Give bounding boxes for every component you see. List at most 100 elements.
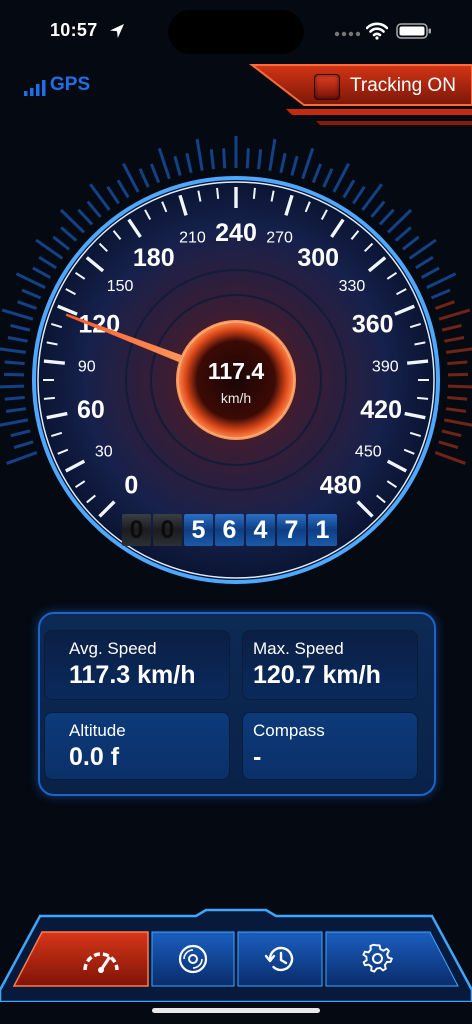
- camera-notch: [168, 10, 304, 54]
- gauge-minor-tick: [43, 396, 55, 400]
- gauge-label: 210: [179, 229, 206, 246]
- gauge-glow-segment: [222, 148, 227, 169]
- nav-settings-button[interactable]: [326, 932, 430, 986]
- gauge-glow-segment: [195, 138, 204, 171]
- odometer-digit: 4: [246, 514, 275, 546]
- gauge-glow-segment: [445, 407, 467, 413]
- gauge-glow-segment: [441, 323, 462, 332]
- max-speed-card: Max. Speed 120.7 km/h: [242, 630, 418, 700]
- compass-label: Compass: [253, 721, 325, 740]
- gauge-glow-segment: [157, 147, 171, 180]
- history-icon: [264, 946, 294, 972]
- gauge-label: 450: [355, 444, 382, 461]
- gauge-glow-segment: [32, 266, 52, 279]
- gauge-glow-segment: [21, 288, 42, 300]
- gauge-label: 390: [372, 358, 399, 375]
- nav-speedometer-button[interactable]: [54, 932, 148, 986]
- odometer-digit: 6: [215, 514, 244, 546]
- gauge-minor-tick: [252, 187, 256, 199]
- gauge-glow-segment: [122, 162, 140, 193]
- gauge-glow-segment: [370, 200, 386, 218]
- gauge-glow-segment: [332, 162, 350, 193]
- gauge-glow-segment: [7, 336, 28, 343]
- gauge-glow-segment: [149, 163, 161, 184]
- status-time: 10:57: [50, 20, 98, 40]
- gauge-glow-segment: [10, 323, 31, 332]
- odometer-digit: 0: [122, 514, 151, 546]
- location-arrow-icon: [110, 24, 124, 38]
- gauge-glow-segment: [445, 347, 472, 354]
- gauge-glow-segment: [352, 185, 366, 205]
- gauge-glow-segment: [415, 255, 434, 270]
- odometer: 0 0 5 6 4 7 1: [122, 514, 337, 546]
- gauge-glow-segment: [426, 272, 457, 289]
- gauge-glow-segment: [430, 288, 451, 300]
- gauge-glow-segment: [60, 226, 78, 242]
- compass-card: Compass -: [242, 712, 418, 780]
- gauge-glow-segment: [0, 347, 27, 354]
- cellular-signal-icon: [334, 31, 360, 37]
- gauge-label: 60: [77, 396, 105, 424]
- gauge-label: 90: [78, 358, 96, 375]
- odometer-digit: 1: [308, 514, 337, 546]
- wifi-icon: [366, 22, 388, 40]
- gauge-glow-segment: [4, 360, 25, 366]
- gauge-glow-segment: [257, 149, 263, 170]
- gauge-glow-segment: [5, 407, 27, 413]
- gauge-glow-segment: [0, 384, 25, 389]
- gauge-glow-segment: [138, 168, 150, 188]
- altitude-label: Altitude: [69, 721, 126, 740]
- gauge-glow-segment: [378, 208, 395, 226]
- gauge-glow-segment: [86, 200, 102, 218]
- current-speed-value: 117.4: [207, 358, 265, 384]
- gauge-major-tick: [43, 359, 65, 365]
- gauge-glow-segment: [17, 300, 37, 310]
- gauge-glow-segment: [443, 418, 472, 427]
- avg-speed-label: Avg. Speed: [69, 639, 157, 658]
- compass-value: -: [253, 743, 262, 771]
- gauge-glow-segment: [0, 418, 29, 427]
- settings-icon: [362, 943, 393, 973]
- gauge-glow-segment: [185, 152, 193, 174]
- odometer-digit: 7: [277, 514, 306, 546]
- gauge-glow-segment: [402, 235, 420, 251]
- gauge-label: 150: [107, 278, 134, 295]
- gauge-label: 30: [95, 444, 113, 461]
- gauge-glow-segment: [77, 208, 94, 226]
- gauge-glow-segment: [4, 395, 25, 401]
- home-indicator: [152, 1008, 320, 1013]
- gauge-glow-segment: [435, 300, 455, 310]
- gauge-major-tick: [407, 359, 429, 365]
- gauge-glow-segment: [441, 429, 462, 438]
- gauge-glow-segment: [245, 148, 250, 169]
- gauge-glow-segment: [6, 451, 38, 465]
- altitude-value: 0.0 f: [69, 743, 120, 771]
- gauge-glow-segment: [447, 360, 468, 366]
- current-speed-unit: km/h: [220, 390, 252, 406]
- nav-disc-button[interactable]: [152, 932, 234, 986]
- nav-history-button[interactable]: [238, 932, 322, 986]
- gauge-glow-segment: [268, 138, 277, 171]
- gauge-label: 180: [133, 244, 175, 272]
- gauge-glow-segment: [438, 440, 459, 450]
- gauge-glow-segment: [279, 152, 287, 174]
- gauge-glow-segment: [38, 255, 57, 270]
- gauge-glow-segment: [209, 149, 215, 170]
- gauge-glow-segment: [1, 308, 34, 321]
- gauge-glow-segment: [52, 235, 70, 251]
- gauge-glow-segment: [447, 395, 468, 401]
- gauge-label: 300: [297, 244, 339, 272]
- speedometer-icon: [83, 952, 119, 973]
- gauge-glow-segment: [301, 147, 315, 180]
- odometer-digit: 5: [184, 514, 213, 546]
- gauge-label: 0: [124, 472, 138, 500]
- gauge-minor-tick: [216, 187, 220, 199]
- max-speed-value: 120.7 km/h: [253, 661, 381, 689]
- gauge-glow-segment: [438, 308, 471, 321]
- gauge-glow-segment: [434, 451, 466, 465]
- max-speed-label: Max. Speed: [253, 639, 344, 658]
- gauge-glow-segment: [173, 155, 182, 176]
- avg-speed-value: 117.3 km/h: [69, 661, 196, 689]
- gauge-glow-segment: [447, 384, 472, 389]
- gauge-glow-segment: [106, 185, 120, 205]
